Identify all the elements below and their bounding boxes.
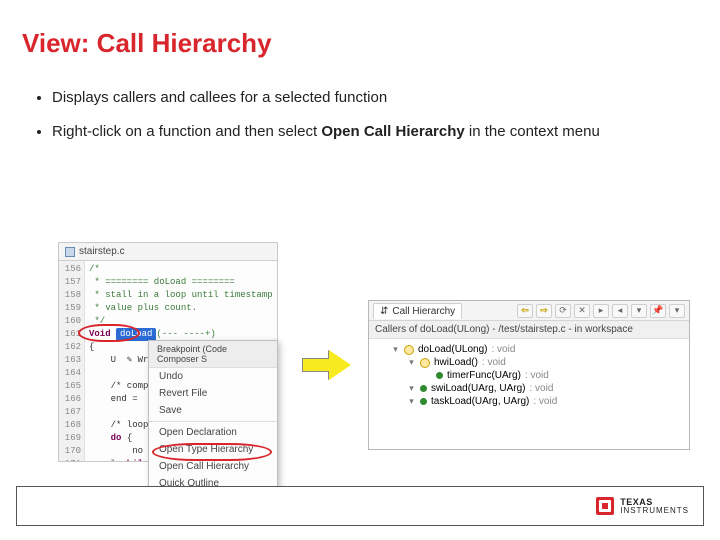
context-menu-header: Breakpoint (Code Composer S <box>149 341 277 368</box>
bullet-item: Displays callers and callees for a selec… <box>52 88 680 108</box>
callers-mode-button[interactable]: ▸ <box>593 304 609 318</box>
tree-node[interactable]: ▾ swiLoad(UArg, UArg) : void <box>375 382 683 395</box>
tree-node[interactable]: ▾ doLoad(ULong) : void <box>375 343 683 356</box>
slide-title: View: Call Hierarchy <box>22 28 272 59</box>
bullet-item: Right-click on a function and then selec… <box>52 122 680 142</box>
menu-separator <box>149 421 277 422</box>
tree-node-label: doLoad(ULong) <box>418 344 488 355</box>
history-button[interactable]: ▾ <box>631 304 647 318</box>
tree-twisty[interactable]: ▾ <box>407 383 416 394</box>
tree-node[interactable]: ▾ taskLoad(UArg, UArg) : void <box>375 395 683 408</box>
tree-node-return: : void <box>529 383 553 394</box>
editor-tab[interactable]: stairstep.c <box>59 243 277 261</box>
context-menu-item[interactable]: Revert File <box>149 385 277 402</box>
arrow-icon <box>302 350 352 380</box>
view-tabbar: ⇵ Call Hierarchy ⇦ ⇨ ⟳ ✕ ▸ ◂ ▾ 📌 ▾ <box>369 301 689 321</box>
tree-node-return: : void <box>492 344 516 355</box>
file-icon <box>65 247 75 257</box>
line-gutter: 1561571581591601611621631641651661671681… <box>59 261 85 462</box>
call-hierarchy-description: Callers of doLoad(ULong) - /test/stairst… <box>369 321 689 339</box>
tree-node-label: timerFunc(UArg) <box>447 370 521 381</box>
slide-footer: TEXAS INSTRUMENTS <box>16 486 704 526</box>
call-hierarchy-view: ⇵ Call Hierarchy ⇦ ⇨ ⟳ ✕ ▸ ◂ ▾ 📌 ▾ Calle… <box>368 300 690 450</box>
tree-node-return: : void <box>482 357 506 368</box>
call-hierarchy-tree[interactable]: ▾doLoad(ULong) : void▾hwiLoad() : voidti… <box>369 339 689 412</box>
tree-node-return: : void <box>525 370 549 381</box>
ti-logo: TEXAS INSTRUMENTS <box>596 497 689 515</box>
context-menu-item[interactable]: Open Type Hierarchy <box>149 441 277 458</box>
function-icon <box>420 358 430 368</box>
tree-node-return: : void <box>533 396 557 407</box>
tree-node-label: hwiLoad() <box>434 357 478 368</box>
bullet-list: Displays callers and callees for a selec… <box>34 88 680 157</box>
context-menu-item[interactable]: Open Declaration <box>149 424 277 441</box>
tree-node[interactable]: ▾ hwiLoad() : void <box>375 356 683 369</box>
cancel-button[interactable]: ✕ <box>574 304 590 318</box>
tree-node-label: swiLoad(UArg, UArg) <box>431 383 525 394</box>
bullet-icon <box>436 372 443 379</box>
tree-twisty[interactable]: ▾ <box>407 396 416 407</box>
nav-fwd-button[interactable]: ⇨ <box>536 304 552 318</box>
hierarchy-icon: ⇵ <box>380 306 388 317</box>
pin-button[interactable]: 📌 <box>650 304 666 318</box>
tree-twisty[interactable]: ▾ <box>407 357 416 368</box>
context-menu-item[interactable]: Undo <box>149 368 277 385</box>
tree-node[interactable]: timerFunc(UArg) : void <box>375 369 683 382</box>
tree-twisty[interactable]: ▾ <box>391 344 400 355</box>
bullet-icon <box>420 385 427 392</box>
refresh-button[interactable]: ⟳ <box>555 304 571 318</box>
ti-chip-icon <box>596 497 614 515</box>
nav-back-button[interactable]: ⇦ <box>517 304 533 318</box>
view-tab-label: Call Hierarchy <box>392 306 455 317</box>
view-menu-button[interactable]: ▾ <box>669 304 685 318</box>
tree-node-label: taskLoad(UArg, UArg) <box>431 396 529 407</box>
function-icon <box>404 345 414 355</box>
bullet-icon <box>420 398 427 405</box>
view-toolbar: ⇦ ⇨ ⟳ ✕ ▸ ◂ ▾ 📌 ▾ <box>517 304 685 318</box>
callees-mode-button[interactable]: ◂ <box>612 304 628 318</box>
editor-filename: stairstep.c <box>79 246 125 257</box>
view-tab[interactable]: ⇵ Call Hierarchy <box>373 303 462 319</box>
context-menu-item[interactable]: Save <box>149 402 277 419</box>
context-menu: Breakpoint (Code Composer S UndoRevert F… <box>148 340 278 493</box>
brand-line-2: INSTRUMENTS <box>620 507 689 515</box>
context-menu-item[interactable]: Open Call Hierarchy <box>149 458 277 475</box>
